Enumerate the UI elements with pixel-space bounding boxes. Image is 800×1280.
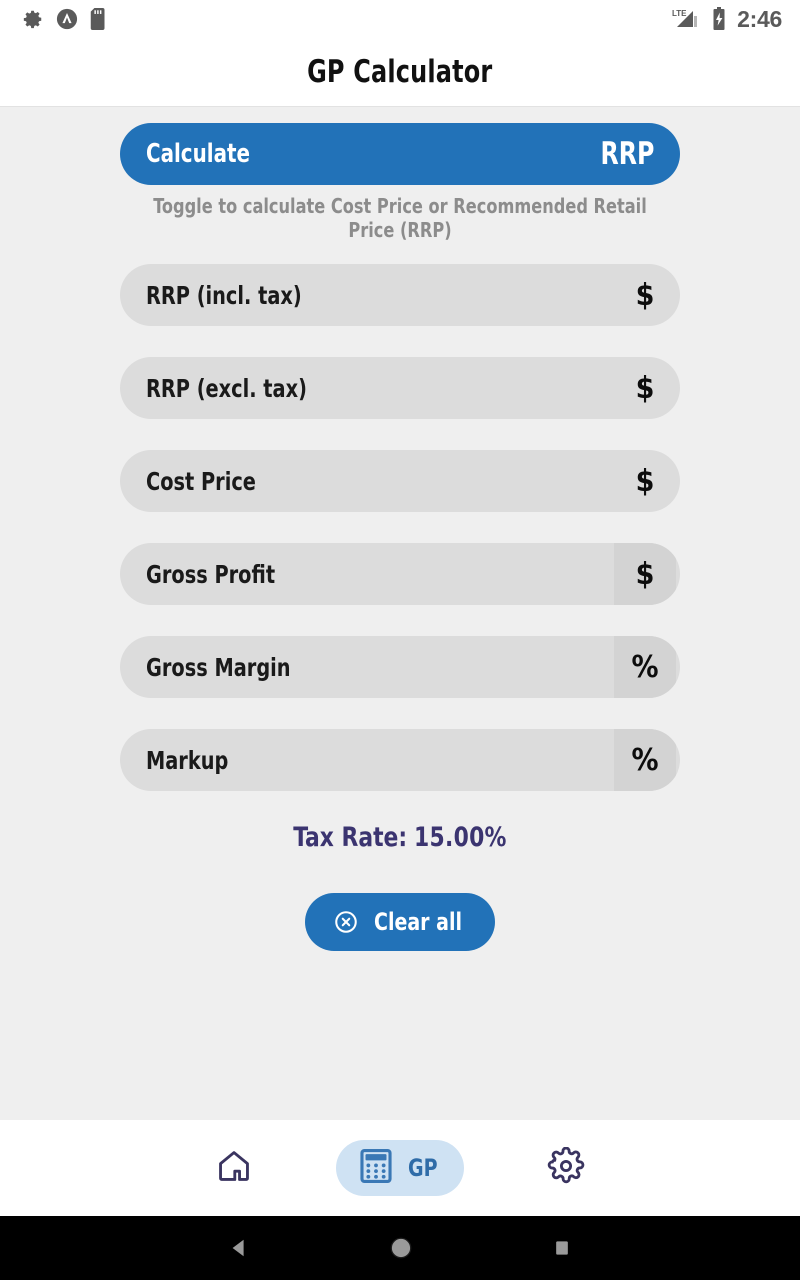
gear-icon <box>22 8 44 30</box>
field-row-gross-margin[interactable]: Gross Margin % <box>120 636 680 698</box>
home-icon <box>215 1147 253 1190</box>
calculate-toggle-label: Calculate <box>146 139 250 169</box>
rrp-excl-tax-input[interactable] <box>320 357 590 419</box>
bottom-navigation-bar: GP <box>0 1120 800 1216</box>
app-header: GP Calculator <box>0 38 800 107</box>
main-content: Calculate RRP Toggle to calculate Cost P… <box>0 107 800 1120</box>
percent-suffix-icon: % <box>614 636 676 698</box>
field-list: RRP (incl. tax) $ RRP (excl. tax) $ Cost… <box>120 264 680 791</box>
tax-rate-value: 15.00% <box>414 822 507 853</box>
app-logo-icon <box>56 8 78 30</box>
clear-all-button[interactable]: Clear all <box>304 893 496 951</box>
tax-rate-display: Tax Rate: 15.00% <box>148 822 652 853</box>
field-row-rrp-excl-tax[interactable]: RRP (excl. tax) $ <box>120 357 680 419</box>
field-row-markup[interactable]: Markup % <box>120 729 680 791</box>
home-icon[interactable] <box>388 1235 414 1261</box>
circle-x-icon <box>333 909 359 935</box>
field-label: RRP (excl. tax) <box>146 373 307 403</box>
back-icon[interactable] <box>228 1237 250 1259</box>
sd-card-icon <box>90 8 108 30</box>
field-label: RRP (incl. tax) <box>146 280 302 310</box>
field-row-rrp-incl-tax[interactable]: RRP (incl. tax) $ <box>120 264 680 326</box>
dollar-suffix-icon: $ <box>635 463 655 499</box>
status-bar-left-icons <box>22 8 120 30</box>
field-label: Gross Margin <box>146 652 291 682</box>
clear-all-row: Clear all <box>120 893 680 951</box>
gear-icon <box>547 1146 585 1190</box>
status-bar: LTE 2:46 <box>0 0 800 38</box>
field-row-gross-profit[interactable]: Gross Profit $ <box>120 543 680 605</box>
field-label: Gross Profit <box>146 559 276 589</box>
status-bar-clock: 2:46 <box>737 5 782 32</box>
dollar-suffix-icon: $ <box>635 277 655 313</box>
cost-price-input[interactable] <box>320 450 590 512</box>
gross-profit-input[interactable] <box>320 543 590 605</box>
status-bar-right-icons: LTE 2:46 <box>662 6 782 33</box>
lte-signal-icon: LTE <box>671 7 703 31</box>
dollar-suffix-icon: $ <box>635 370 655 406</box>
rrp-incl-tax-input[interactable] <box>320 264 590 326</box>
calculate-mode-toggle[interactable]: Calculate RRP <box>120 123 680 185</box>
nav-item-gp-label: GP <box>408 1154 438 1182</box>
field-label: Markup <box>146 745 229 775</box>
recents-icon[interactable] <box>552 1238 572 1258</box>
clear-all-label: Clear all <box>373 908 462 936</box>
nav-item-gp[interactable]: GP <box>336 1140 464 1196</box>
battery-charging-icon <box>712 7 726 31</box>
dollar-suffix-icon: $ <box>614 543 676 605</box>
calculate-toggle-value: RRP <box>600 136 654 172</box>
percent-suffix-icon: % <box>614 729 676 791</box>
field-label: Cost Price <box>146 466 256 496</box>
svg-text:LTE: LTE <box>672 9 687 18</box>
nav-item-settings[interactable] <box>538 1140 594 1196</box>
gross-margin-input[interactable] <box>320 636 590 698</box>
nav-item-home[interactable] <box>206 1140 262 1196</box>
calculate-toggle-hint: Toggle to calculate Cost Price or Recomm… <box>153 194 647 242</box>
phone-screen: LTE 2:46 GP Calculator Calculate RRP Tog… <box>0 0 800 1280</box>
page-title: GP Calculator <box>307 54 493 90</box>
tax-rate-label: Tax Rate: <box>293 822 408 853</box>
android-system-navigation <box>0 1216 800 1280</box>
markup-input[interactable] <box>320 729 590 791</box>
calculator-icon <box>360 1148 392 1188</box>
field-row-cost-price[interactable]: Cost Price $ <box>120 450 680 512</box>
